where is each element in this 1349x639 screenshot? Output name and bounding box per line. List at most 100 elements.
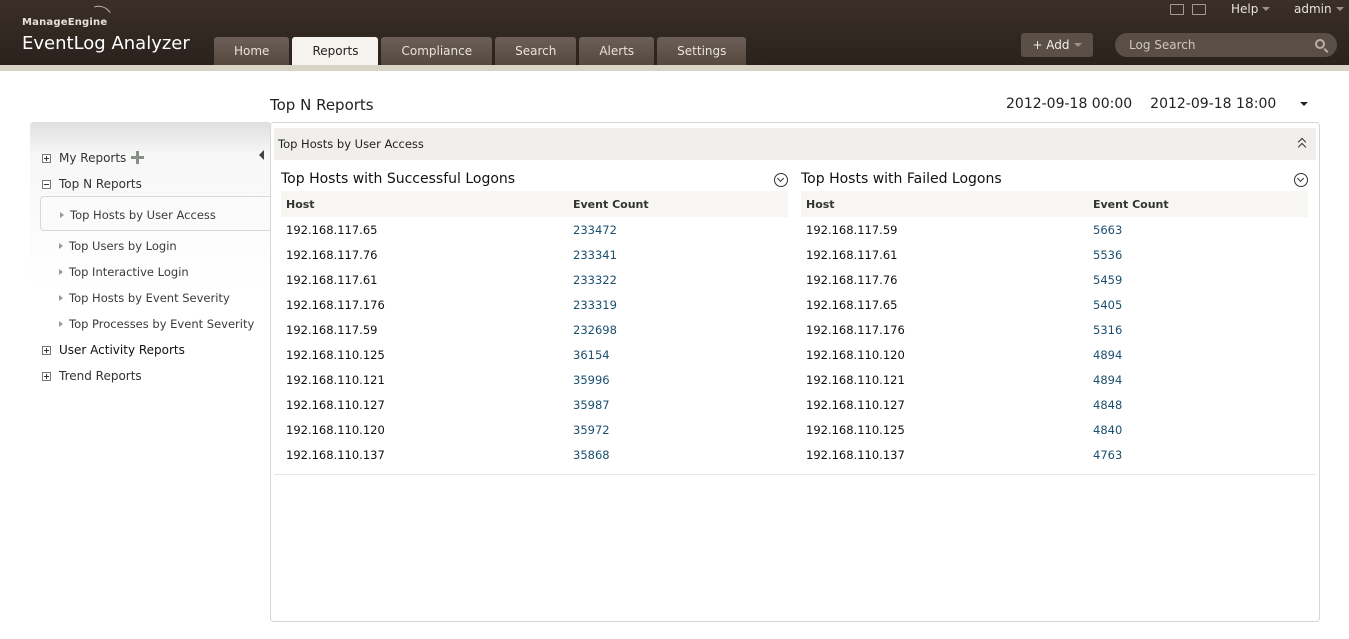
- host-cell: 192.168.117.59: [286, 323, 378, 337]
- collapse-panel-icon[interactable]: [1297, 137, 1309, 152]
- chevron-down-icon[interactable]: [1300, 102, 1309, 106]
- add-report-icon[interactable]: [131, 151, 144, 164]
- event-count-link[interactable]: 233322: [573, 273, 617, 287]
- sidebar-item-top-interactive-login[interactable]: Top Interactive Login: [59, 265, 189, 279]
- sidebar-item-top-users-by-login[interactable]: Top Users by Login: [59, 239, 177, 253]
- expand-icon[interactable]: [42, 371, 51, 381]
- sidebar-item-label: Top Processes by Event Severity: [69, 317, 255, 331]
- collapse-icon[interactable]: [42, 179, 51, 189]
- main-tabs: Home Reports Compliance Search Alerts Se…: [214, 37, 747, 65]
- table-row: 192.168.117.76 5459: [801, 267, 1308, 292]
- schedule-icon[interactable]: [774, 173, 788, 187]
- tab-compliance[interactable]: Compliance: [381, 37, 493, 65]
- panel-title: Top Hosts by User Access: [278, 137, 424, 151]
- event-count-link[interactable]: 36154: [573, 348, 610, 362]
- host-cell: 192.168.110.120: [286, 423, 385, 437]
- failed-table-header: Host Event Count: [801, 191, 1308, 217]
- help-menu[interactable]: Help: [1231, 2, 1271, 16]
- host-cell: 192.168.117.65: [806, 298, 898, 312]
- sidebar-item-top-processes-by-event-severity[interactable]: Top Processes by Event Severity: [59, 317, 254, 331]
- sidebar-item-trend-reports[interactable]: Trend Reports: [42, 369, 142, 383]
- tab-alerts[interactable]: Alerts: [579, 37, 655, 65]
- event-count-link[interactable]: 233472: [573, 223, 617, 237]
- host-cell: 192.168.110.125: [286, 348, 385, 362]
- tab-reports[interactable]: Reports: [292, 37, 379, 65]
- event-count-link[interactable]: 232698: [573, 323, 617, 337]
- tab-settings[interactable]: Settings: [657, 37, 747, 65]
- window-icon[interactable]: [1192, 4, 1206, 15]
- event-count-link[interactable]: 4848: [1093, 398, 1122, 412]
- host-cell: 192.168.117.61: [286, 273, 378, 287]
- table-row: 192.168.117.61 5536: [801, 242, 1308, 267]
- column-header-event-count[interactable]: Event Count: [573, 198, 649, 211]
- event-count-link[interactable]: 5663: [1093, 223, 1122, 237]
- sidebar-item-top-n-reports[interactable]: Top N Reports: [42, 177, 142, 191]
- host-cell: 192.168.110.121: [286, 373, 385, 387]
- event-count-link[interactable]: 35987: [573, 398, 610, 412]
- event-count-link[interactable]: 4840: [1093, 423, 1122, 437]
- collapse-sidebar-icon[interactable]: [259, 150, 264, 160]
- expand-icon[interactable]: [42, 153, 51, 163]
- table-row: 192.168.117.65 5405: [801, 292, 1308, 317]
- tab-home[interactable]: Home: [214, 37, 290, 65]
- host-cell: 192.168.117.61: [806, 248, 898, 262]
- sidebar-item-my-reports[interactable]: My Reports: [42, 151, 126, 165]
- table-row: 192.168.110.121 35996: [281, 367, 788, 392]
- monitor-icon[interactable]: [1170, 4, 1184, 15]
- user-menu[interactable]: admin: [1294, 2, 1344, 16]
- table-row: 192.168.117.176 233319: [281, 292, 788, 317]
- bullet-arrow-icon: [59, 243, 63, 249]
- help-label: Help: [1231, 2, 1259, 16]
- log-search-input[interactable]: [1129, 38, 1309, 52]
- host-cell: 192.168.110.137: [806, 448, 905, 462]
- bullet-arrow-icon: [60, 212, 64, 218]
- search-icon[interactable]: [1315, 39, 1325, 49]
- date-from[interactable]: 2012-09-18 00:00: [1006, 96, 1132, 112]
- host-cell: 192.168.110.125: [806, 423, 905, 437]
- successful-logons-title: Top Hosts with Successful Logons: [281, 171, 516, 187]
- table-row: 192.168.110.121 4894: [801, 367, 1308, 392]
- table-row: 192.168.117.76 233341: [281, 242, 788, 267]
- table-row: 192.168.117.59 232698: [281, 317, 788, 342]
- column-header-host[interactable]: Host: [806, 198, 835, 211]
- event-count-link[interactable]: 233341: [573, 248, 617, 262]
- sidebar-item-top-hosts-by-user-access[interactable]: Top Hosts by User Access: [60, 208, 216, 222]
- event-count-link[interactable]: 35868: [573, 448, 610, 462]
- event-count-link[interactable]: 4894: [1093, 373, 1122, 387]
- sidebar-item-label: Trend Reports: [59, 369, 142, 383]
- date-range-picker[interactable]: 2012-09-18 00:00 2012-09-18 18:00: [1006, 96, 1309, 112]
- host-cell: 192.168.117.76: [286, 248, 378, 262]
- event-count-link[interactable]: 5316: [1093, 323, 1122, 337]
- chevron-down-icon: [1073, 43, 1082, 47]
- date-to[interactable]: 2012-09-18 18:00: [1150, 96, 1276, 112]
- table-row: 192.168.110.127 35987: [281, 392, 788, 417]
- tab-search[interactable]: Search: [495, 37, 577, 65]
- product-name[interactable]: EventLog Analyzer: [22, 33, 190, 54]
- add-button[interactable]: + Add: [1021, 33, 1093, 57]
- event-count-link[interactable]: 35996: [573, 373, 610, 387]
- event-count-link[interactable]: 35972: [573, 423, 610, 437]
- sidebar-item-user-activity-reports[interactable]: User Activity Reports: [42, 343, 185, 357]
- event-count-link[interactable]: 5405: [1093, 298, 1122, 312]
- chevron-down-icon: [1335, 7, 1344, 11]
- column-header-host[interactable]: Host: [286, 198, 315, 211]
- event-count-link[interactable]: 5536: [1093, 248, 1122, 262]
- column-header-event-count[interactable]: Event Count: [1093, 198, 1169, 211]
- table-row: 192.168.110.125 36154: [281, 342, 788, 367]
- event-count-link[interactable]: 5459: [1093, 273, 1122, 287]
- chevron-down-icon: [1262, 7, 1271, 11]
- log-search-box: [1115, 33, 1337, 57]
- event-count-link[interactable]: 4894: [1093, 348, 1122, 362]
- table-row: 192.168.117.176 5316: [801, 317, 1308, 342]
- host-cell: 192.168.110.127: [806, 398, 905, 412]
- table-row: 192.168.110.137 4763: [801, 442, 1308, 467]
- table-row: 192.168.110.125 4840: [801, 417, 1308, 442]
- host-cell: 192.168.117.176: [286, 298, 385, 312]
- event-count-link[interactable]: 4763: [1093, 448, 1122, 462]
- table-row: 192.168.117.61 233322: [281, 267, 788, 292]
- schedule-icon[interactable]: [1294, 173, 1308, 187]
- expand-icon[interactable]: [42, 345, 51, 355]
- sidebar-item-top-hosts-by-event-severity[interactable]: Top Hosts by Event Severity: [59, 291, 230, 305]
- table-row: 192.168.110.120 35972: [281, 417, 788, 442]
- event-count-link[interactable]: 233319: [573, 298, 617, 312]
